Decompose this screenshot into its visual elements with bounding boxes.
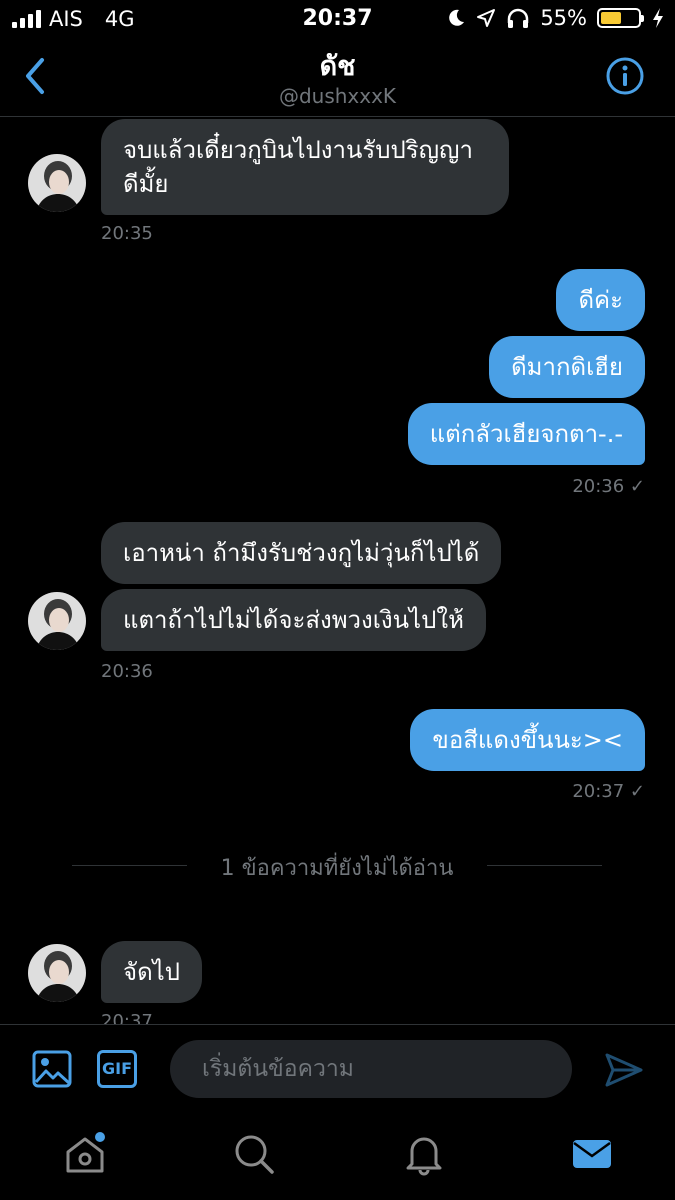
message-timestamp: 20:35 (101, 223, 153, 244)
message-list: จบแล้วเดี๋ยวกูบินไปงานรับปริญญาดีมั้ย 20… (0, 117, 675, 1024)
message-bubble[interactable]: ดีมากดิเฮีย (489, 336, 645, 398)
contact-handle: @dushxxxK (278, 84, 397, 108)
conversation-header: ดัช @dushxxxK (0, 38, 675, 117)
mail-icon[interactable] (570, 1132, 614, 1176)
message-input[interactable]: เริ่มต้นข้อความ (170, 1040, 572, 1098)
search-icon[interactable] (232, 1132, 276, 1176)
message-bubble[interactable]: เอาหน่า ถ้ามึงรับช่วงกูไม่วุ่นก็ไปได้ (101, 522, 502, 584)
battery-icon (597, 8, 644, 28)
contact-name: ดัช (319, 51, 356, 82)
message-bubble[interactable]: ขอสีแดงขึ้นนะ>< (410, 709, 645, 771)
bell-icon[interactable] (402, 1132, 446, 1176)
message-bubble[interactable]: จบแล้วเดี๋ยวกูบินไปงานรับปริญญาดีมั้ย (101, 119, 509, 215)
avatar[interactable] (28, 944, 86, 1002)
battery-percent: 55% (540, 6, 587, 30)
charging-bolt-icon (653, 8, 663, 28)
message-timestamp: 20:36 (101, 661, 153, 682)
message-bubble[interactable]: ดีค่ะ (556, 269, 645, 331)
home-icon[interactable] (63, 1132, 107, 1176)
headphones-icon (508, 8, 529, 28)
gif-button[interactable]: GIF (97, 1050, 137, 1088)
location-icon (477, 9, 496, 27)
bottom-nav (0, 1112, 675, 1200)
unread-divider: 1 ข้อความที่ยังไม่ได้อ่าน (72, 850, 602, 881)
message-bubble[interactable]: แตาถ้าไปไม่ได้จะส่งพวงเงินไปให้ (101, 589, 486, 651)
avatar[interactable] (28, 592, 86, 650)
avatar[interactable] (28, 154, 86, 212)
status-right: 55% (446, 6, 665, 30)
message-bubble[interactable]: จัดไป (101, 941, 202, 1003)
status-bar: AIS 4G 20:37 55% (0, 0, 675, 38)
unread-label: 1 ข้อความที่ยังไม่ได้อ่าน (220, 856, 454, 881)
composer: GIF เริ่มต้นข้อความ (0, 1024, 675, 1113)
message-bubble[interactable]: แต่กลัวเฮียจกตา-.- (407, 403, 645, 465)
message-timestamp: 20:37 (101, 1011, 153, 1024)
image-icon[interactable] (32, 1049, 72, 1089)
message-timestamp: 20:36 ✓ (572, 476, 645, 497)
send-icon[interactable] (604, 1050, 644, 1090)
message-timestamp: 20:37 ✓ (572, 781, 645, 802)
info-icon[interactable] (605, 56, 645, 96)
moon-icon (449, 9, 465, 26)
